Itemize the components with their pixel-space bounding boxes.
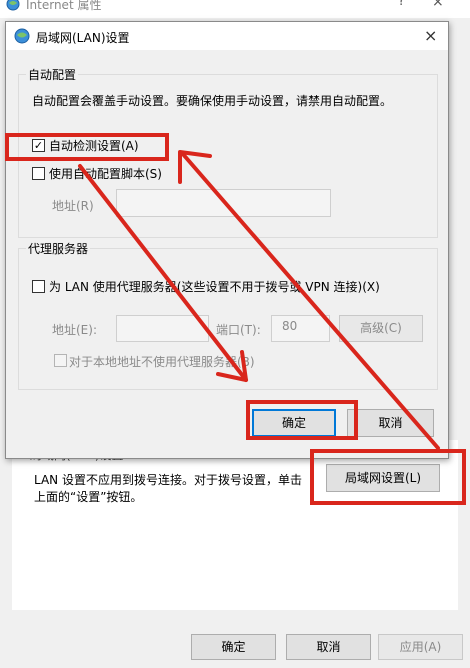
- dialog-title: 局域网(LAN)设置: [36, 31, 130, 45]
- bypass-local-checkbox[interactable]: [54, 354, 67, 367]
- parent-close-icon[interactable]: ×: [432, 0, 444, 10]
- proxy-port-input[interactable]: 80: [271, 315, 330, 342]
- proxy-address-label: 地址(E):: [52, 323, 97, 337]
- advanced-button[interactable]: 高级(C): [339, 315, 423, 342]
- parent-titlebar: Internet 属性 ? ×: [0, 0, 470, 18]
- internet-globe-icon: [6, 0, 20, 11]
- script-address-input[interactable]: [116, 189, 331, 217]
- script-address-label: 地址(R): [52, 199, 94, 213]
- parent-cancel-button[interactable]: 取消: [286, 634, 371, 660]
- proxy-port-label: 端口(T):: [216, 323, 261, 337]
- use-proxy-checkbox[interactable]: [32, 280, 45, 293]
- auto-config-group-label: 自动配置: [26, 66, 79, 83]
- proxy-address-input[interactable]: [116, 315, 209, 342]
- use-proxy-label[interactable]: 为 LAN 使用代理服务器(这些设置不用于拨号或 VPN 连接)(X): [49, 278, 380, 295]
- dialog-titlebar: 局域网(LAN)设置 ×: [6, 22, 448, 50]
- annotation-box-auto-detect: [5, 133, 169, 161]
- dialog-cancel-button[interactable]: 取消: [347, 409, 434, 437]
- auto-config-script-checkbox[interactable]: [32, 167, 45, 180]
- proxy-server-group-label: 代理服务器: [26, 240, 91, 257]
- lan-settings-dialog: 局域网(LAN)设置 × 自动配置 自动配置会覆盖手动设置。要确保使用手动设置，…: [5, 21, 449, 459]
- parent-window-title: Internet 属性: [26, 0, 102, 12]
- internet-globe-icon: [14, 28, 30, 44]
- parent-ok-button[interactable]: 确定: [191, 634, 276, 660]
- annotation-box-ok: [246, 400, 358, 440]
- parent-apply-button[interactable]: 应用(A): [378, 634, 463, 660]
- lan-description: LAN 设置不应用到拨号连接。对于拨号设置，单击上面的“设置”按钮。: [34, 473, 302, 504]
- bypass-local-label[interactable]: 对于本地地址不使用代理服务器(B): [69, 353, 255, 370]
- auto-config-description: 自动配置会覆盖手动设置。要确保使用手动设置，请禁用自动配置。: [32, 94, 393, 108]
- dialog-close-icon[interactable]: ×: [424, 26, 437, 45]
- annotation-box-lan-settings: [310, 449, 466, 505]
- help-icon[interactable]: ?: [398, 0, 405, 9]
- auto-config-script-label[interactable]: 使用自动配置脚本(S): [49, 165, 162, 182]
